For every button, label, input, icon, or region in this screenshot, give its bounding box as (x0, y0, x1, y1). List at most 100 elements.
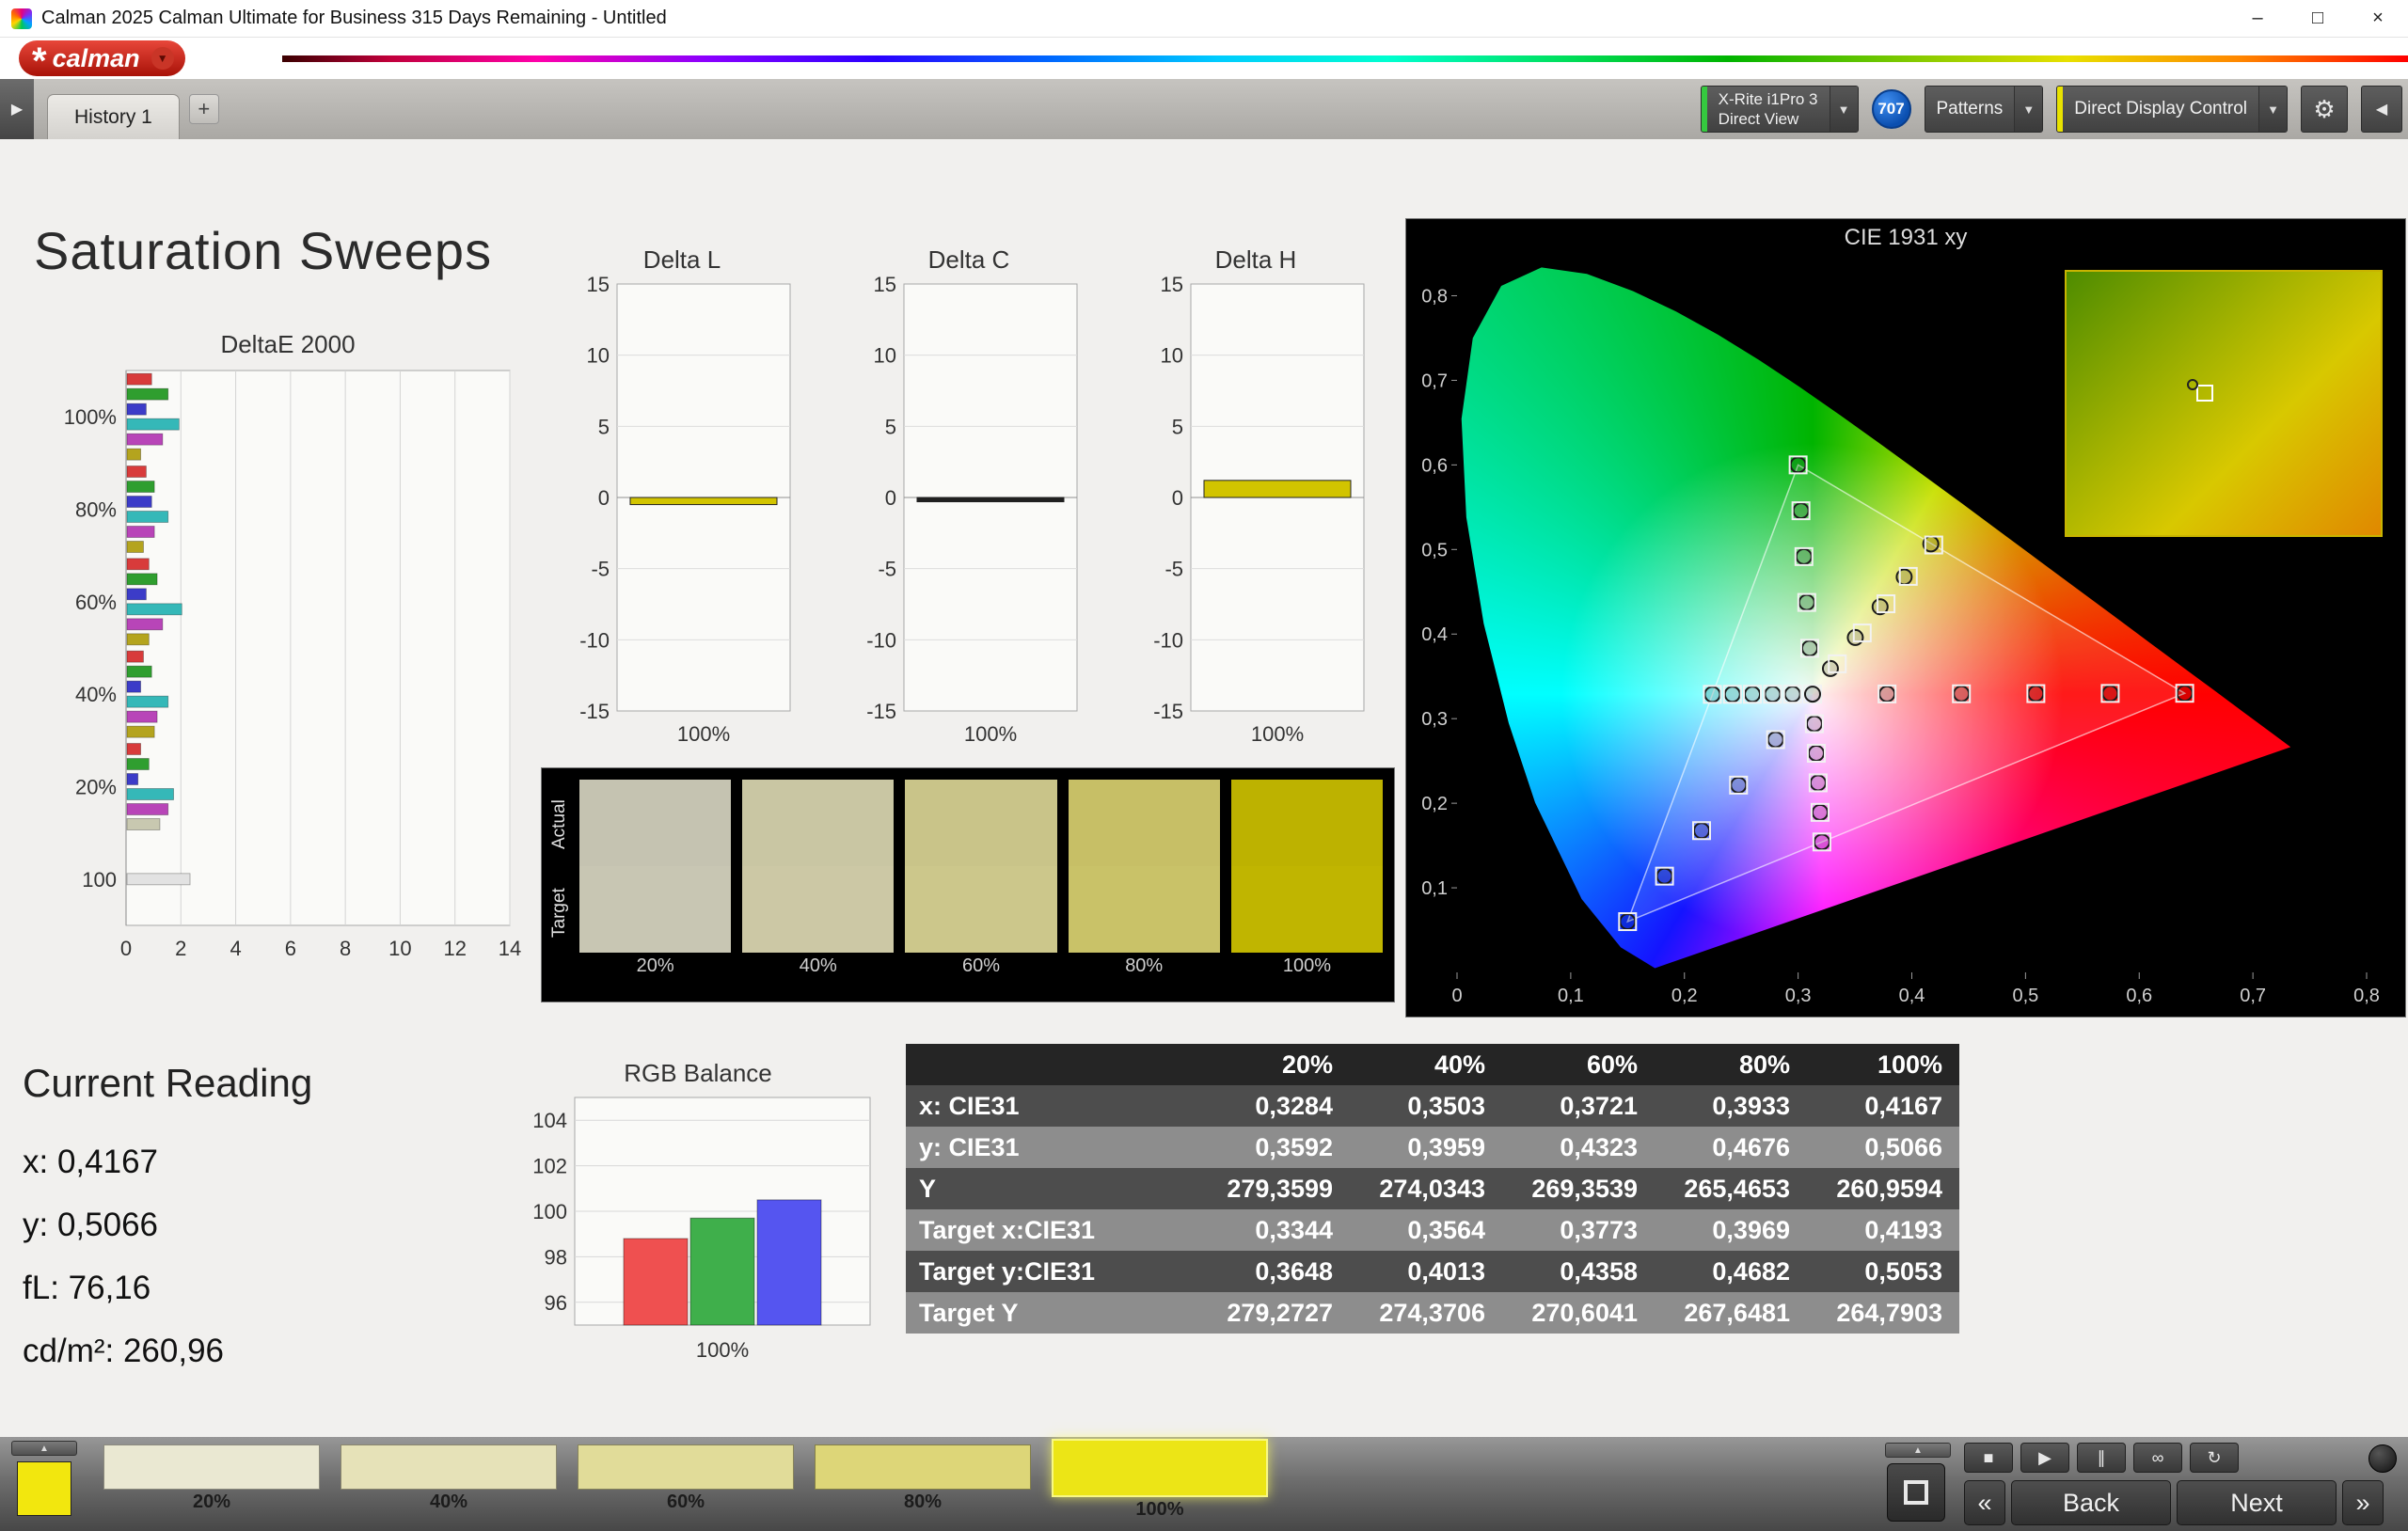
inset-measured-marker (2187, 379, 2198, 390)
next-chevron-button[interactable]: » (2342, 1480, 2384, 1525)
actual-target-swatch-panel: Actual Target 20%40%60%80%100% (541, 767, 1395, 1002)
y-tick-label: 0,4 (1421, 624, 1448, 645)
settings-gear-button[interactable]: ⚙ (2301, 86, 2348, 133)
pattern-button-100%[interactable]: 100% (1052, 1444, 1268, 1522)
minimize-button[interactable]: – (2227, 0, 2288, 37)
x-tick-label: 2 (175, 937, 186, 960)
cell: 0,3969 (1655, 1209, 1807, 1251)
deltae-bar (127, 651, 143, 662)
pattern-panel-chevron-up-button[interactable]: ▲ (11, 1441, 77, 1456)
deltae-bar (127, 497, 151, 508)
layout-button[interactable] (1887, 1463, 1945, 1522)
row-label: y: CIE31 (906, 1127, 1197, 1168)
pattern-button-20%[interactable]: 20% (103, 1444, 320, 1514)
patterns-text: Patterns (1937, 98, 2004, 120)
close-button[interactable]: × (2348, 0, 2408, 37)
display-control-dropdown-icon[interactable]: ▼ (2258, 87, 2287, 132)
logo-menu-caret-icon[interactable]: ▼ (151, 47, 174, 70)
refresh-button[interactable]: ↻ (2190, 1443, 2239, 1473)
rgb-balance-title: RGB Balance (515, 1056, 881, 1090)
deltae-bar (127, 804, 168, 815)
y-tick-label: 0,6 (1421, 455, 1448, 476)
swatch-column-80%: 80% (1069, 780, 1220, 996)
pattern-label: 100% (1052, 1497, 1268, 1522)
column-header: 100% (1807, 1044, 1959, 1085)
pause-button[interactable]: ∥ (2077, 1443, 2126, 1473)
reading-cdm2: cd/m²: 260,96 (23, 1333, 312, 1370)
back-chevron-button[interactable]: « (1964, 1480, 2005, 1525)
x-axis-label: 100% (677, 722, 730, 746)
pattern-swatch (103, 1444, 320, 1490)
pattern-swatch (341, 1444, 557, 1490)
patterns-select[interactable]: Patterns ▼ (1925, 86, 2044, 133)
y-tick-label: 0 (598, 486, 610, 510)
cell: 279,2727 (1197, 1292, 1350, 1334)
deltae-bar (127, 604, 182, 615)
play-button[interactable]: ▶ (2020, 1443, 2069, 1473)
measured-marker (1811, 775, 1826, 790)
x-axis-label: 100% (696, 1338, 749, 1362)
rgb-bar (624, 1239, 688, 1325)
cell: 0,3284 (1197, 1085, 1350, 1127)
delta-l-title: Delta L (564, 243, 800, 276)
x-tick-label: 8 (340, 937, 351, 960)
measured-marker (1802, 640, 1817, 655)
delta-h-plot: -15-10-5051015100% (1138, 276, 1373, 750)
calman-logo-button[interactable]: * calman ▼ (19, 40, 185, 76)
x-axis-label: 100% (1251, 722, 1304, 746)
stop-button[interactable]: ■ (1964, 1443, 2013, 1473)
measured-marker (1704, 687, 1719, 702)
table-row: x: CIE310,32840,35030,37210,39330,4167 (906, 1085, 1959, 1127)
meter-count-badge[interactable]: 707 (1872, 89, 1911, 129)
display-control-select[interactable]: Direct Display Control ▼ (2056, 86, 2288, 133)
cell: 0,4193 (1807, 1209, 1959, 1251)
y-tick-label: 10 (587, 344, 610, 368)
cell: 0,3933 (1655, 1085, 1807, 1127)
brand-name: calman (53, 44, 140, 73)
gear-icon: ⚙ (2313, 95, 2335, 124)
pattern-button-40%[interactable]: 40% (341, 1444, 557, 1514)
cell: 260,9594 (1807, 1168, 1959, 1209)
maximize-button[interactable]: □ (2288, 0, 2348, 37)
panel-collapse-button[interactable]: ◀ (2361, 86, 2402, 133)
window-title: Calman 2025 Calman Ultimate for Business… (41, 8, 667, 29)
record-indicator-icon[interactable] (2368, 1444, 2397, 1473)
back-button[interactable]: Back (2011, 1480, 2171, 1525)
cell: 264,7903 (1807, 1292, 1959, 1334)
meter-select[interactable]: X-Rite i1Pro 3 Direct View ▼ (1701, 86, 1859, 133)
y-tick-label: 0 (1172, 486, 1183, 510)
deltae-bar (127, 681, 141, 692)
cell: 265,4653 (1655, 1168, 1807, 1209)
y-tick-label: 100 (532, 1200, 567, 1223)
x-tick-label: 0,6 (2126, 986, 2152, 1006)
cell: 0,5053 (1807, 1251, 1959, 1292)
swatch-column-40%: 40% (742, 780, 894, 996)
patterns-dropdown-icon[interactable]: ▼ (2014, 87, 2042, 132)
add-tab-button[interactable]: + (189, 94, 219, 124)
measured-marker (1813, 805, 1828, 820)
next-button[interactable]: Next (2177, 1480, 2337, 1525)
deltae-bar (127, 589, 146, 600)
cell: 0,3592 (1197, 1127, 1350, 1168)
tab-bar: ▶ History 1 + X-Rite i1Pro 3 Direct View… (0, 79, 2408, 139)
y-tick-label: 0,2 (1421, 794, 1448, 814)
tab-history-1[interactable]: History 1 (47, 94, 180, 139)
y-tick-label: -5 (1164, 558, 1183, 581)
y-tick-label: -10 (866, 628, 896, 652)
current-reading: Current Reading x: 0,4167 y: 0,5066 fL: … (23, 1061, 312, 1396)
loop-button[interactable]: ∞ (2133, 1443, 2182, 1473)
x-tick-label: 0 (120, 937, 132, 960)
group-label: 80% (75, 498, 117, 522)
actual-row-label: Actual (549, 781, 570, 868)
swatch-label: 40% (742, 953, 894, 979)
column-header: 40% (1350, 1044, 1502, 1085)
cell: 274,0343 (1350, 1168, 1502, 1209)
pattern-button-60%[interactable]: 60% (578, 1444, 794, 1514)
transport-chevron-up-button[interactable]: ▲ (1885, 1443, 1951, 1458)
panel-expand-button[interactable]: ▶ (0, 79, 34, 139)
meter-dropdown-icon[interactable]: ▼ (1830, 87, 1858, 132)
patterns-label: Patterns (1925, 87, 2015, 132)
table-row: y: CIE310,35920,39590,43230,46760,5066 (906, 1127, 1959, 1168)
deltae-bar (127, 559, 149, 570)
pattern-button-80%[interactable]: 80% (815, 1444, 1031, 1514)
